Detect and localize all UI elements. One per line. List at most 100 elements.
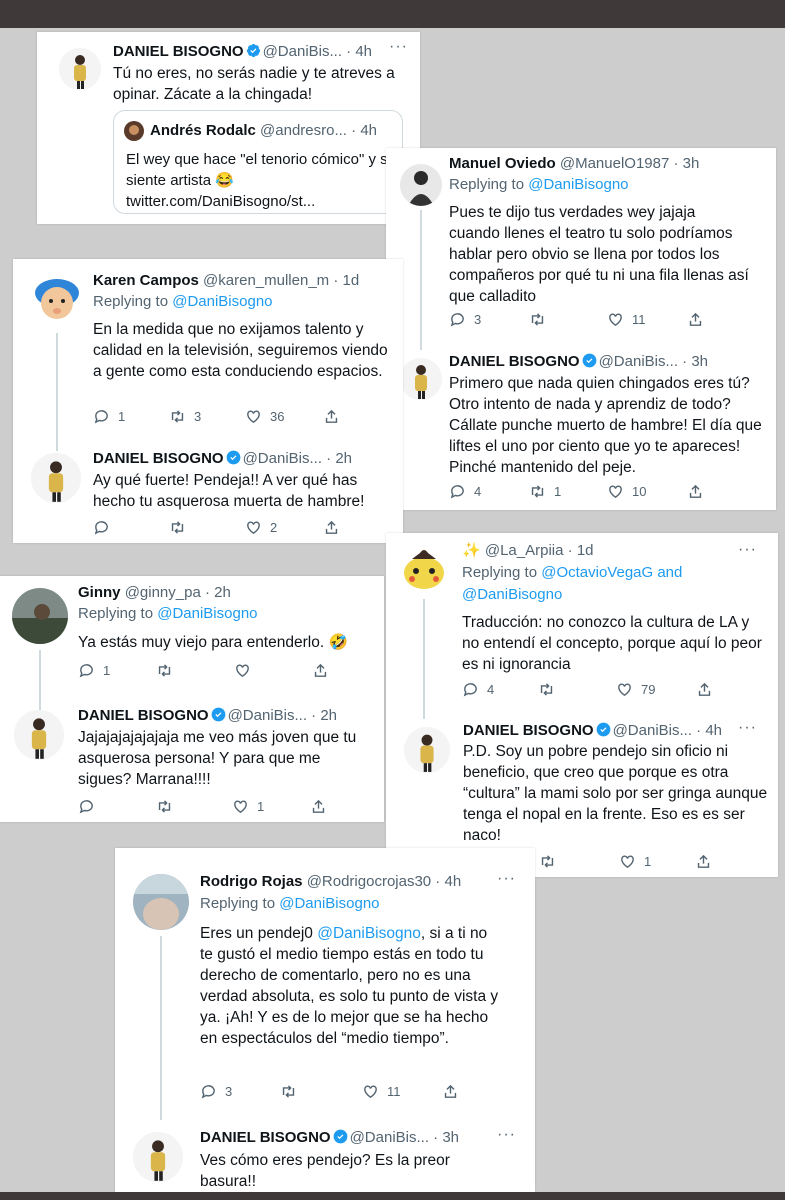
more-icon[interactable]: ··· — [497, 1126, 516, 1144]
author-name[interactable]: Ginny — [78, 584, 121, 601]
timestamp[interactable]: 4h — [355, 43, 372, 60]
top-bar — [0, 0, 785, 28]
timestamp[interactable]: 2h — [335, 450, 352, 467]
more-icon[interactable]: ··· — [497, 870, 516, 888]
retweet-button[interactable]: 1 — [529, 483, 607, 500]
more-icon[interactable]: ··· — [389, 38, 408, 56]
author-name[interactable]: DANIEL BISOGNO — [93, 450, 224, 467]
share-button[interactable] — [687, 483, 712, 500]
like-button[interactable]: 1 — [232, 798, 310, 815]
retweet-button[interactable] — [156, 662, 234, 679]
share-button[interactable] — [442, 1083, 467, 1100]
share-button[interactable] — [695, 853, 720, 870]
like-button[interactable]: 10 — [607, 483, 687, 500]
reply-to-link[interactable]: @DaniBisogno — [157, 605, 257, 622]
author-name[interactable]: DANIEL BISOGNO — [78, 707, 209, 724]
timestamp[interactable]: 3h — [691, 353, 708, 370]
author-handle[interactable]: @DaniBis... — [613, 722, 692, 739]
tweet-card-4: Ginny @ginny_pa · 2h Replying to @DaniBi… — [0, 576, 384, 822]
like-button[interactable]: 11 — [607, 311, 687, 328]
reply-to-link[interactable]: @OctavioVegaG and — [541, 564, 682, 581]
share-button[interactable] — [312, 662, 337, 679]
author-handle[interactable]: @Rodrigocrojas30 — [307, 873, 431, 890]
timestamp[interactable]: 2h — [320, 707, 337, 724]
author-handle[interactable]: @karen_mullen_m — [203, 272, 329, 289]
reply-to-link-2[interactable]: @DaniBisogno — [462, 586, 562, 603]
reply-button[interactable] — [93, 519, 169, 536]
like-button[interactable]: 36 — [245, 408, 323, 425]
avatar[interactable] — [400, 545, 448, 593]
avatar[interactable] — [29, 271, 85, 327]
retweet-button[interactable] — [169, 519, 245, 536]
author-name[interactable]: DANIEL BISOGNO — [463, 722, 594, 739]
like-button[interactable]: 79 — [616, 681, 696, 698]
reply-button[interactable]: 1 — [93, 408, 169, 425]
retweet-button[interactable]: 3 — [169, 408, 245, 425]
author-handle[interactable]: @ginny_pa — [125, 584, 201, 601]
author-handle[interactable]: @DaniBis... — [599, 353, 678, 370]
thread-line — [56, 333, 58, 451]
retweet-button[interactable] — [280, 1083, 362, 1100]
reply-button[interactable]: 4 — [449, 483, 529, 500]
like-button[interactable] — [234, 662, 312, 679]
author-name[interactable]: DANIEL BISOGNO — [113, 43, 244, 60]
like-button[interactable]: 2 — [245, 519, 323, 536]
avatar[interactable] — [133, 1132, 183, 1182]
reply-to-link[interactable]: @DaniBisogno — [279, 895, 379, 912]
action-bar: 1 3 36 — [93, 408, 348, 425]
author-name[interactable]: Karen Campos — [93, 272, 199, 289]
reply-button[interactable]: 1 — [78, 662, 156, 679]
author-handle[interactable]: @DaniBis... — [263, 43, 342, 60]
reply-button[interactable]: 3 — [449, 311, 529, 328]
mention-link[interactable]: @DaniBisogno — [317, 925, 421, 942]
author-name[interactable]: DANIEL BISOGNO — [200, 1129, 331, 1146]
author-handle[interactable]: @DaniBis... — [350, 1129, 429, 1146]
author-name[interactable]: Rodrigo Rojas — [200, 873, 303, 890]
reply-button[interactable]: 4 — [462, 681, 538, 698]
timestamp[interactable]: 2h — [214, 584, 231, 601]
avatar[interactable] — [31, 453, 81, 503]
share-button[interactable] — [310, 798, 335, 815]
reply-icon — [79, 800, 93, 814]
timestamp[interactable]: 3h — [442, 1129, 459, 1146]
share-button[interactable] — [696, 681, 721, 698]
like-button[interactable]: 1 — [619, 853, 695, 870]
timestamp[interactable]: 1d — [577, 542, 594, 559]
timestamp[interactable]: 3h — [683, 155, 700, 172]
more-icon[interactable]: ··· — [738, 541, 757, 559]
reply-button[interactable]: 3 — [200, 1083, 280, 1100]
retweet-button[interactable] — [539, 853, 619, 870]
author-name[interactable]: Manuel Oviedo — [449, 155, 556, 172]
retweet-button[interactable] — [529, 311, 607, 328]
like-icon — [247, 521, 260, 535]
share-button[interactable] — [687, 311, 712, 328]
like-button[interactable]: 11 — [362, 1083, 442, 1100]
reply-button[interactable] — [78, 798, 156, 815]
author-handle[interactable]: @La_Arpiia — [485, 542, 564, 559]
avatar[interactable] — [404, 727, 450, 773]
author-handle[interactable]: @DaniBis... — [228, 707, 307, 724]
verified-badge-icon — [582, 353, 596, 368]
author-name[interactable]: DANIEL BISOGNO — [449, 353, 580, 370]
avatar[interactable] — [400, 358, 442, 400]
author-handle[interactable]: @DaniBis... — [243, 450, 322, 467]
timestamp[interactable]: 4h — [444, 873, 461, 890]
timestamp[interactable]: 4h — [705, 722, 722, 739]
author-handle[interactable]: @ManuelO1987 — [560, 155, 669, 172]
reply-to-link[interactable]: @DaniBisogno — [528, 176, 628, 193]
share-button[interactable] — [323, 519, 348, 536]
share-button[interactable] — [323, 408, 348, 425]
avatar[interactable] — [400, 164, 442, 206]
retweet-button[interactable] — [156, 798, 232, 815]
reply-to-link[interactable]: @DaniBisogno — [172, 293, 272, 310]
avatar[interactable] — [59, 48, 101, 90]
action-bar: 4 79 — [462, 681, 721, 698]
avatar[interactable] — [12, 588, 68, 644]
quoted-tweet[interactable]: Andrés Rodalc @andresro... · 4h El wey q… — [113, 110, 403, 214]
avatar[interactable] — [133, 874, 189, 930]
retweet-button[interactable] — [538, 681, 616, 698]
replying-to-label: Replying to — [200, 895, 276, 912]
timestamp[interactable]: 1d — [343, 272, 360, 289]
avatar[interactable] — [14, 710, 64, 760]
more-icon[interactable]: ··· — [738, 719, 757, 737]
